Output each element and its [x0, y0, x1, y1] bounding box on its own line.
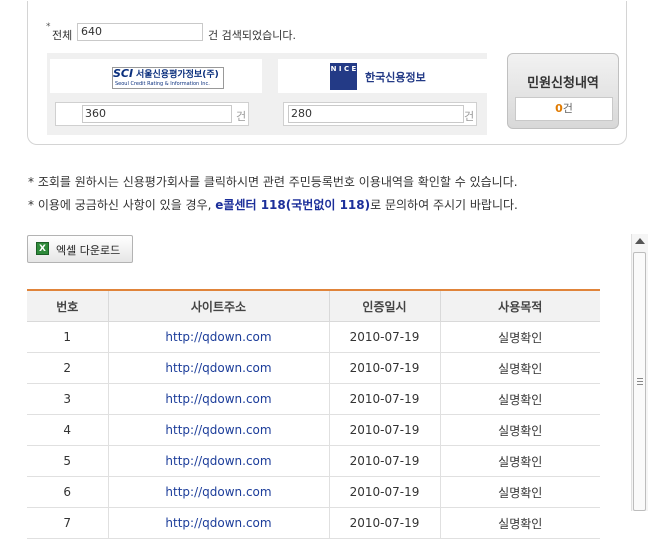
total-count-field: 640: [77, 23, 203, 41]
table-row: 3 http://qdown.com 2010-07-19 실명확인: [27, 383, 600, 415]
civil-request-count-unit: 건: [562, 102, 573, 115]
sci-count-box: 360 건: [55, 102, 249, 126]
nice-count-field: 280: [288, 105, 464, 123]
notice-call-center-suffix: 로 문의하여 주시기 바랍니다.: [370, 198, 518, 212]
site-url-link[interactable]: http://qdown.com: [107, 507, 329, 539]
notice-click-agency: * 조회를 원하시는 신용평가회사를 클릭하시면 관련 주민등록번호 이용내역을…: [28, 175, 518, 189]
usage-history-table: 번호 사이트주소 인증일시 사용목적 1 http://qdown.com 20…: [27, 289, 600, 539]
sci-logo: SCI 서울신용평가정보(주) Seoul Credit Rating & In…: [112, 67, 224, 89]
auth-date: 2010-07-19: [328, 352, 440, 384]
vertical-scrollbar[interactable]: [631, 234, 648, 511]
column-header-number: 번호: [27, 290, 108, 322]
auth-date: 2010-07-19: [328, 414, 440, 446]
purpose: 실명확인: [439, 321, 600, 353]
row-number: 6: [27, 476, 108, 508]
excel-download-label: 엑셀 다운로드: [56, 244, 121, 257]
notice-call-center-prefix: * 이용에 궁금하신 사항이 있을 경우,: [28, 198, 216, 212]
total-label: 전체: [52, 29, 73, 42]
auth-date: 2010-07-19: [328, 445, 440, 477]
auth-date: 2010-07-19: [328, 507, 440, 539]
notice-call-center: * 이용에 궁금하신 사항이 있을 경우, e콜센터 118(국번없이 118)…: [28, 196, 518, 213]
site-url-link[interactable]: http://qdown.com: [107, 352, 329, 384]
purpose: 실명확인: [439, 383, 600, 415]
table-row: 6 http://qdown.com 2010-07-19 실명확인: [27, 476, 600, 508]
row-number: 4: [27, 414, 108, 446]
site-url-link[interactable]: http://qdown.com: [107, 445, 329, 477]
site-url-link[interactable]: http://qdown.com: [107, 414, 329, 446]
excel-icon: X: [36, 242, 49, 255]
purpose: 실명확인: [439, 445, 600, 477]
purpose: 실명확인: [439, 352, 600, 384]
site-url-link[interactable]: http://qdown.com: [107, 476, 329, 508]
nice-agency-logo-button[interactable]: N I C E 한국신용정보: [278, 59, 490, 93]
site-url-link[interactable]: http://qdown.com: [107, 383, 329, 415]
table-header-row: 번호 사이트주소 인증일시 사용목적: [27, 290, 600, 322]
nice-logo-mark: N I C E: [330, 63, 357, 90]
scrollbar-thumb[interactable]: [633, 252, 646, 511]
table-row: 2 http://qdown.com 2010-07-19 실명확인: [27, 352, 600, 384]
scrollbar-grip-icon: [637, 378, 643, 385]
row-number: 7: [27, 507, 108, 539]
civil-request-count-value: 0: [555, 102, 563, 115]
nice-count-box: 280 건: [283, 102, 477, 126]
sci-count-field: 360: [82, 105, 232, 123]
row-number: 2: [27, 352, 108, 384]
civil-request-title: 민원신청내역: [527, 76, 599, 91]
scroll-up-arrow-icon[interactable]: [635, 238, 645, 244]
auth-date: 2010-07-19: [328, 321, 440, 353]
purpose: 실명확인: [439, 414, 600, 446]
credit-agency-panel: SCI 서울신용평가정보(주) Seoul Credit Rating & In…: [47, 53, 490, 135]
table-row: 4 http://qdown.com 2010-07-19 실명확인: [27, 414, 600, 446]
call-center-number: e콜센터 118(국번없이 118): [215, 198, 371, 212]
column-header-purpose: 사용목적: [439, 290, 600, 322]
excel-download-button[interactable]: X 엑셀 다운로드: [27, 235, 133, 263]
column-header-site-url: 사이트주소: [107, 290, 329, 322]
table-row: 5 http://qdown.com 2010-07-19 실명확인: [27, 445, 600, 477]
table-row: 7 http://qdown.com 2010-07-19 실명확인: [27, 507, 600, 539]
nice-logo-name: 한국신용정보: [365, 71, 426, 84]
row-number: 3: [27, 383, 108, 415]
total-count-suffix: 건 검색되었습니다.: [208, 29, 296, 42]
purpose: 실명확인: [439, 507, 600, 539]
sci-logo-subtitle: Seoul Credit Rating & Information Inc.: [115, 81, 210, 87]
civil-request-count: 0건: [515, 97, 613, 121]
row-number: 1: [27, 321, 108, 353]
sci-agency-logo-button[interactable]: SCI 서울신용평가정보(주) Seoul Credit Rating & In…: [50, 59, 262, 93]
purpose: 실명확인: [439, 476, 600, 508]
auth-date: 2010-07-19: [328, 383, 440, 415]
sci-count-unit: 건: [236, 110, 247, 123]
row-number: 5: [27, 445, 108, 477]
site-url-link[interactable]: http://qdown.com: [107, 321, 329, 353]
column-header-auth-date: 인증일시: [328, 290, 440, 322]
nice-count-unit: 건: [464, 110, 475, 123]
bullet-mark: *: [46, 22, 51, 32]
table-row: 1 http://qdown.com 2010-07-19 실명확인: [27, 321, 600, 353]
civil-request-button[interactable]: 민원신청내역 0건: [507, 53, 619, 129]
auth-date: 2010-07-19: [328, 476, 440, 508]
